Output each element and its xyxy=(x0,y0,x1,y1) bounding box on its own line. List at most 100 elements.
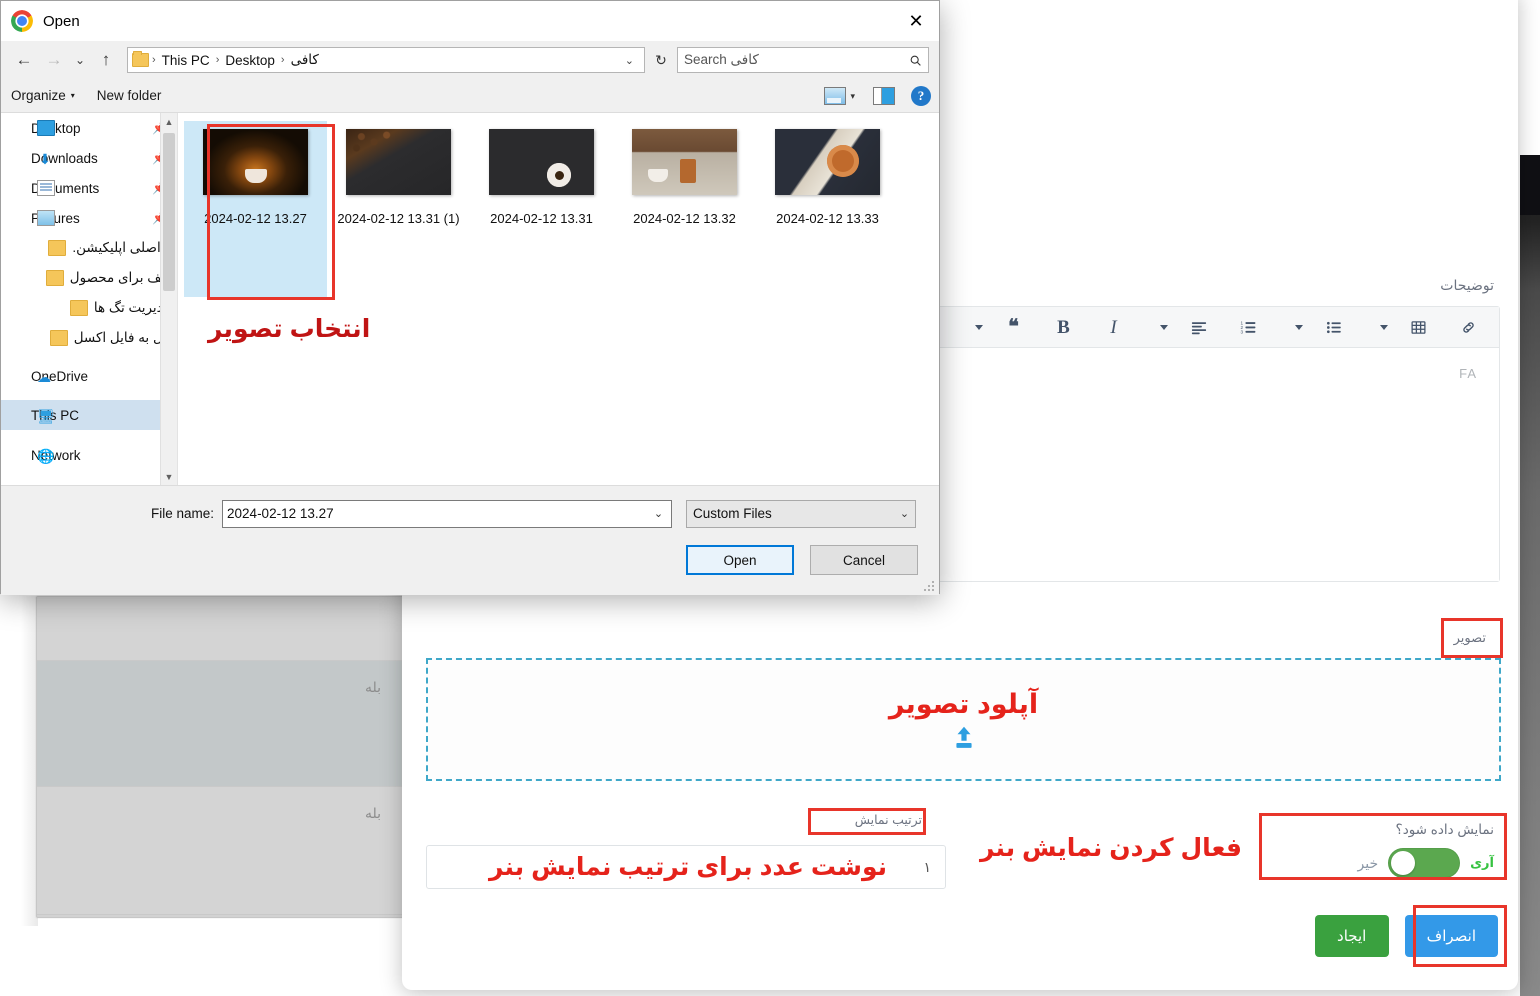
image-dropzone[interactable]: آپلود تصویر xyxy=(426,658,1501,781)
view-dropdown-caret-icon[interactable]: ▾ xyxy=(850,91,855,102)
search-input[interactable]: Search کافی xyxy=(684,52,909,68)
sidebar-item-pictures[interactable]: Pictures 📌 xyxy=(1,203,177,233)
organize-button[interactable]: Organize ▾ xyxy=(11,88,75,103)
download-icon: ⬇ xyxy=(39,151,51,167)
annotation-box-toggle xyxy=(1259,813,1507,880)
scroll-down-icon[interactable]: ▼ xyxy=(161,468,177,485)
dialog-cancel-button[interactable]: Cancel xyxy=(810,545,918,575)
annotation-box-order-label xyxy=(808,808,926,835)
picture-icon xyxy=(37,210,55,226)
forward-icon[interactable]: → xyxy=(41,47,67,73)
up-one-level-icon[interactable]: ↑ xyxy=(93,47,119,73)
sidebar-item-folder-3[interactable]: مدیریت تگ ها xyxy=(1,293,177,323)
folder-icon xyxy=(45,270,64,286)
file-name-label: 2024-02-12 13.31 (1) xyxy=(337,211,460,226)
bullet-list-icon[interactable] xyxy=(1317,312,1350,342)
align-icon[interactable] xyxy=(1182,312,1215,342)
svg-text:3: 3 xyxy=(1240,329,1243,334)
blockquote-icon[interactable]: ❝ xyxy=(997,312,1030,342)
sidebar-item-onedrive[interactable]: ☁ OneDrive xyxy=(1,361,177,391)
file-name-label: 2024-02-12 13.33 xyxy=(776,211,879,226)
file-thumbnail xyxy=(775,129,880,195)
bold-glyph: B xyxy=(1057,316,1070,338)
file-name-input[interactable]: 2024-02-12 13.27 ⌄ xyxy=(222,499,673,528)
back-icon[interactable]: ← xyxy=(11,47,37,73)
table-row: بله xyxy=(37,661,405,787)
dialog-action-bar: Open Cancel xyxy=(1,541,939,595)
open-button[interactable]: Open xyxy=(686,545,794,575)
recent-locations-icon[interactable]: ⌄ xyxy=(71,47,89,73)
refresh-icon[interactable]: ↻ xyxy=(649,47,673,73)
search-box[interactable]: Search کافی xyxy=(677,47,929,73)
bullet-list-dropdown-caret-icon[interactable] xyxy=(1282,312,1315,342)
breadcrumb-desktop[interactable]: Desktop xyxy=(222,53,278,68)
table-cell: بله xyxy=(364,679,381,695)
change-view-icon[interactable] xyxy=(824,87,847,105)
modal-overlay-right-top xyxy=(1520,155,1540,215)
table-cell: بله xyxy=(364,805,381,821)
sidebar-item-folder-2[interactable]: ذیف برای محصول xyxy=(1,263,177,293)
annotation-toggle-text: فعال کردن نمایش بنر xyxy=(979,834,1242,862)
blockquote-dropdown-caret-icon[interactable] xyxy=(962,312,995,342)
new-folder-button[interactable]: New folder xyxy=(97,88,162,103)
table-icon[interactable] xyxy=(1402,312,1435,342)
sidebar-item-folder-1[interactable]: ر اصلی اپلیکیشن. xyxy=(1,233,177,263)
file-name-bar: File name: 2024-02-12 13.27 ⌄ Custom Fil… xyxy=(1,485,939,541)
order-input[interactable] xyxy=(426,845,946,889)
bold-button[interactable]: B xyxy=(1047,312,1080,342)
resize-grip-icon[interactable] xyxy=(923,580,935,592)
help-icon[interactable]: ? xyxy=(911,86,931,106)
sidebar-item-network[interactable]: 🌐 Network xyxy=(1,440,177,470)
file-type-value: Custom Files xyxy=(693,506,772,521)
sidebar-item-folder-4[interactable]: پنل به فایل اکسل xyxy=(1,323,177,353)
sidebar-item-label: ر اصلی اپلیکیشن. xyxy=(72,240,171,255)
chevron-down-icon[interactable]: ⌄ xyxy=(650,507,667,520)
file-item[interactable]: 2024-02-12 13.32 xyxy=(613,121,756,297)
align-dropdown-caret-icon[interactable] xyxy=(1147,312,1180,342)
page-left-gutter xyxy=(0,596,38,926)
sidebar-item-downloads[interactable]: ⬇ Downloads 📌 xyxy=(1,143,177,173)
pc-icon: 🖥 xyxy=(37,408,55,424)
annotation-box-image-label xyxy=(1441,618,1503,658)
breadcrumb-this-pc[interactable]: This PC xyxy=(159,53,213,68)
sidebar-item-documents[interactable]: Documents 📌 xyxy=(1,173,177,203)
sidebar-item-desktop[interactable]: Desktop 📌 xyxy=(1,113,177,143)
file-open-dialog: Open ✕ ← → ⌄ ↑ › This PC › Desktop › کاف… xyxy=(0,0,940,595)
scrollbar-thumb[interactable] xyxy=(163,133,175,291)
scroll-up-icon[interactable]: ▲ xyxy=(161,113,177,130)
folder-icon xyxy=(49,330,68,346)
create-button[interactable]: ایجاد xyxy=(1314,915,1389,957)
file-name-value: 2024-02-12 13.27 xyxy=(227,506,334,521)
dialog-title: Open xyxy=(43,12,80,30)
file-item[interactable]: 2024-02-12 13.31 xyxy=(470,121,613,297)
folder-icon xyxy=(132,51,149,67)
table-row xyxy=(37,597,405,661)
preview-pane-icon[interactable] xyxy=(873,87,895,105)
sidebar-item-label: پنل به فایل اکسل xyxy=(73,330,171,345)
annotation-box-create-button xyxy=(1413,905,1507,967)
dropzone-label: آپلود تصویر xyxy=(888,689,1039,719)
table-dropdown-caret-icon[interactable] xyxy=(1367,312,1400,342)
dialog-body: Desktop 📌 ⬇ Downloads 📌 Documents 📌 Pict… xyxy=(1,113,939,485)
link-icon[interactable] xyxy=(1452,312,1485,342)
sidebar-scrollbar[interactable]: ▲ ▼ xyxy=(160,113,177,485)
file-name-label: 2024-02-12 13.31 xyxy=(490,211,593,226)
file-item[interactable]: 2024-02-12 13.31 (1) xyxy=(327,121,470,297)
cloud-icon: ☁ xyxy=(37,369,51,385)
chevron-down-icon[interactable]: ⌄ xyxy=(900,507,909,520)
sidebar-item-this-pc[interactable]: 🖥 This PC xyxy=(1,400,177,430)
editor-language-badge: FA xyxy=(1459,366,1477,381)
file-type-select[interactable]: Custom Files ⌄ xyxy=(686,499,917,528)
ordered-list-icon[interactable]: 1 2 3 xyxy=(1232,312,1265,342)
breadcrumb-separator: › xyxy=(152,54,156,66)
organize-label: Organize xyxy=(11,88,66,103)
address-bar[interactable]: › This PC › Desktop › کافی ⌄ xyxy=(127,47,645,73)
modal-overlay-right xyxy=(1520,155,1540,996)
dialog-command-bar: Organize ▾ New folder ▾ ? xyxy=(1,79,939,113)
close-icon[interactable]: ✕ xyxy=(893,1,939,41)
file-item[interactable]: 2024-02-12 13.33 xyxy=(756,121,899,297)
chevron-down-icon: ▾ xyxy=(70,91,75,100)
address-dropdown-caret-icon[interactable]: ⌄ xyxy=(619,54,640,67)
italic-button[interactable]: I xyxy=(1097,312,1130,342)
breadcrumb-current-folder[interactable]: کافی xyxy=(288,52,322,68)
